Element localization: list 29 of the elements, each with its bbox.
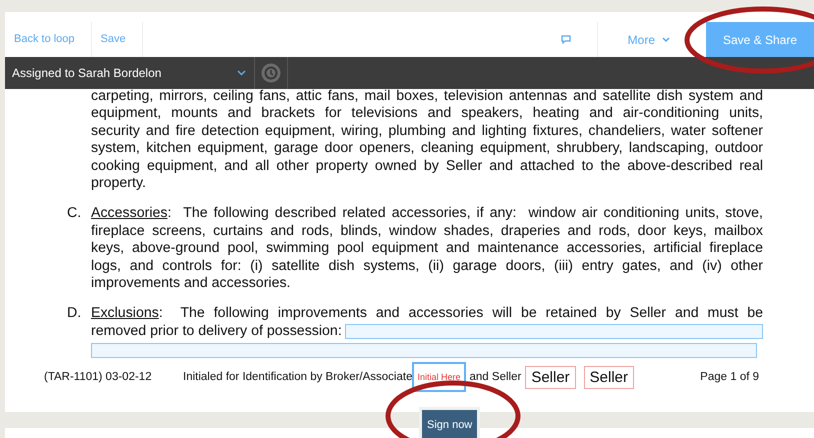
chevron-down-icon	[237, 70, 246, 76]
comment-icon[interactable]	[560, 35, 571, 44]
document-text-line: logs, and controls for: (i) satellite dish systems, (ii) garage doors, (iii) entry gates, and (iv) other	[91, 258, 763, 276]
save-and-share-button[interactable]: Save & Share	[706, 22, 814, 57]
text-input-field[interactable]	[344, 324, 763, 340]
sign-now-tooltip[interactable]: Sign now	[419, 407, 480, 438]
initial-caption: Initialed for Identification by Broker/Associate	[183, 371, 412, 384]
document-text-line: property.	[91, 175, 147, 192]
page-number: Page 1 of 9	[700, 371, 759, 384]
document-text-line: security and fire detection equipment, wiring, plumbing and lighting fixtures, chandeliers, water softener	[91, 122, 763, 140]
document-text-line: system, kitchen equipment, garage door openers, cleaning equipment, shrubbery, landscaping, outdoor	[91, 140, 763, 158]
item-letter: D.	[67, 305, 82, 324]
history-icon[interactable]	[261, 63, 281, 83]
chevron-down-icon	[662, 36, 670, 42]
document-text-line: cooking equipment, and all other property owned by Seller and attached to the above-described real	[91, 158, 763, 176]
document-text-line: fireplace screens, curtains and rods, blinds, window shades, draperies and rods, door keys, mailbox	[91, 222, 763, 240]
seller-initial-field[interactable]: Seller	[584, 366, 634, 389]
item-letter: C.	[67, 205, 82, 224]
document-text-line: Accessories: The following described related accessories, if any: window air conditioning units, stove,	[91, 205, 763, 223]
form-id: (TAR-1101) 03-02-12	[44, 371, 153, 384]
document-text-line: improvements and accessories.	[91, 275, 290, 292]
document-text-line: equipment, mounts and brackets for televisions and speakers, heating and air-conditioning units,	[91, 105, 763, 123]
document-text-line: Exclusions: The following improvements and accessories will be retained by Seller and must be	[91, 305, 763, 323]
document-text-line: carpeting, mirrors, ceiling fans, attic fans, mail boxes, television antennas and satellite dish system and	[91, 88, 763, 106]
seller-initial-field[interactable]: Seller	[525, 366, 576, 389]
document-text-line: keys, above-ground pool, swimming pool equipment and maintenance accessories, artificial fireplace	[91, 240, 763, 258]
document-text-line: removed prior to delivery of possession:	[91, 322, 342, 340]
text-input-field[interactable]	[91, 343, 757, 358]
and-seller-caption: and Seller	[470, 371, 522, 384]
